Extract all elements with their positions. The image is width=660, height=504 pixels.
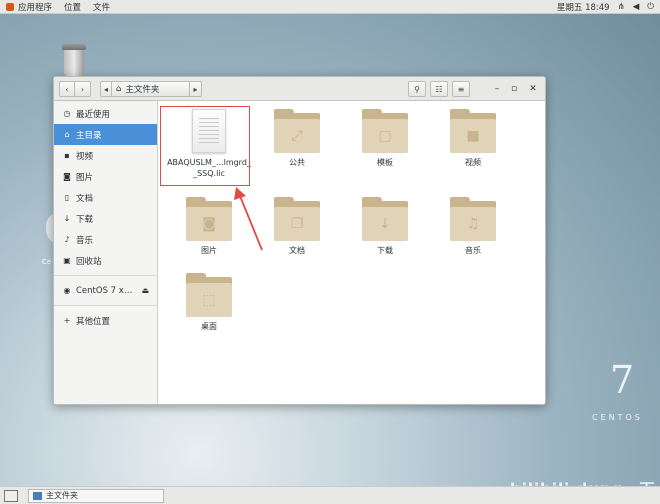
annotation-arrow-icon xyxy=(234,187,263,251)
show-desktop-icon[interactable] xyxy=(4,489,18,502)
taskbar: 主文件夹 xyxy=(0,486,660,504)
folder-icon xyxy=(33,491,42,500)
taskbar-item-file-manager[interactable]: 主文件夹 xyxy=(28,488,164,503)
taskbar-item-label: 主文件夹 xyxy=(46,491,78,500)
